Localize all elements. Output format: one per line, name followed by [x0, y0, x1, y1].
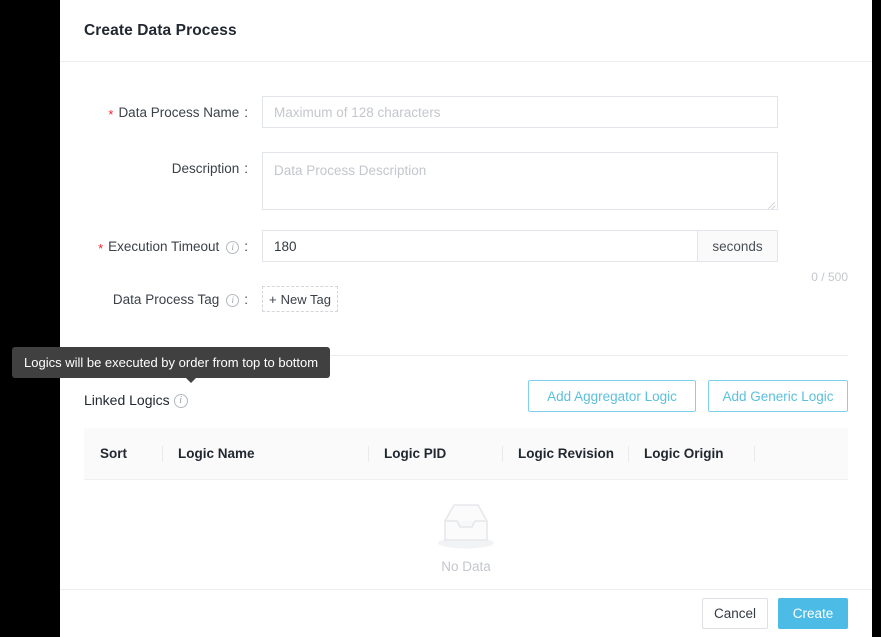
label-colon: : — [244, 239, 248, 254]
linked-logics-label-text: Linked Logics — [84, 392, 170, 408]
data-process-name-label-text: Data Process Name — [118, 105, 239, 120]
data-process-name-input[interactable] — [262, 96, 778, 128]
execution-timeout-input[interactable] — [262, 230, 698, 262]
table-header-logic-name[interactable]: Logic Name — [162, 428, 368, 479]
linked-logics-table: Sort Logic Name Logic PID Logic Revision… — [84, 428, 848, 592]
info-circle-icon[interactable]: i — [226, 294, 239, 307]
execution-timeout-label-text: Execution Timeout — [108, 239, 219, 254]
table-header-logic-origin[interactable]: Logic Origin — [628, 428, 754, 479]
empty-inbox-icon — [435, 499, 497, 553]
dialog-header: Create Data Process — [60, 0, 872, 62]
table-empty-state: No Data — [84, 480, 848, 592]
table-header-row: Sort Logic Name Logic PID Logic Revision… — [84, 428, 848, 480]
plus-icon: + — [269, 293, 277, 306]
data-process-name-label: * Data Process Name : — [84, 96, 248, 128]
create-button[interactable]: Create — [778, 598, 848, 629]
required-marker: * — [108, 108, 113, 121]
dialog-title: Create Data Process — [84, 22, 237, 40]
description-textarea[interactable] — [262, 152, 778, 210]
execution-timeout-label: * Execution Timeout i : — [84, 230, 248, 262]
dialog-body: * Data Process Name : Description : 0 / … — [60, 62, 872, 589]
label-colon: : — [244, 161, 248, 176]
table-header-logic-revision[interactable]: Logic Revision — [502, 428, 628, 479]
label-colon: : — [244, 292, 248, 307]
linked-logics-heading: Linked Logics i — [84, 392, 188, 408]
description-label: Description : — [84, 152, 248, 184]
field-row-data-process-name: * Data Process Name : — [84, 96, 848, 128]
label-colon: : — [244, 105, 248, 120]
new-tag-button[interactable]: + New Tag — [262, 286, 338, 312]
info-circle-icon[interactable]: i — [174, 394, 188, 408]
linked-logics-tooltip: Logics will be executed by order from to… — [12, 347, 330, 378]
description-char-counter: 0 / 500 — [811, 270, 848, 284]
tooltip-text: Logics will be executed by order from to… — [24, 355, 318, 370]
execution-timeout-unit: seconds — [698, 230, 778, 262]
add-aggregator-logic-button[interactable]: Add Aggregator Logic — [528, 380, 696, 412]
empty-state-label: No Data — [441, 559, 491, 574]
cancel-button[interactable]: Cancel — [702, 598, 768, 629]
screen: Create Data Process * Data Process Name … — [0, 0, 881, 637]
description-input-wrap — [262, 152, 778, 210]
field-row-description: Description : — [84, 152, 848, 210]
data-process-tag-label-text: Data Process Tag — [113, 292, 219, 307]
add-generic-logic-button[interactable]: Add Generic Logic — [708, 380, 848, 412]
description-label-text: Description — [172, 161, 240, 176]
data-process-tag-label: Data Process Tag i : — [84, 286, 248, 312]
tooltip-arrow — [185, 377, 197, 383]
new-tag-button-label: New Tag — [281, 292, 331, 307]
dialog-footer: Cancel Create — [60, 589, 872, 637]
required-marker: * — [98, 242, 103, 255]
field-row-execution-timeout: * Execution Timeout i : seconds — [84, 230, 848, 262]
table-header-sort[interactable]: Sort — [84, 428, 162, 479]
table-header-logic-pid[interactable]: Logic PID — [368, 428, 502, 479]
info-circle-icon[interactable]: i — [226, 241, 239, 254]
table-header-actions — [754, 428, 848, 479]
field-row-data-process-tag: Data Process Tag i : + New Tag — [84, 286, 848, 312]
create-data-process-dialog: Create Data Process * Data Process Name … — [60, 0, 872, 637]
